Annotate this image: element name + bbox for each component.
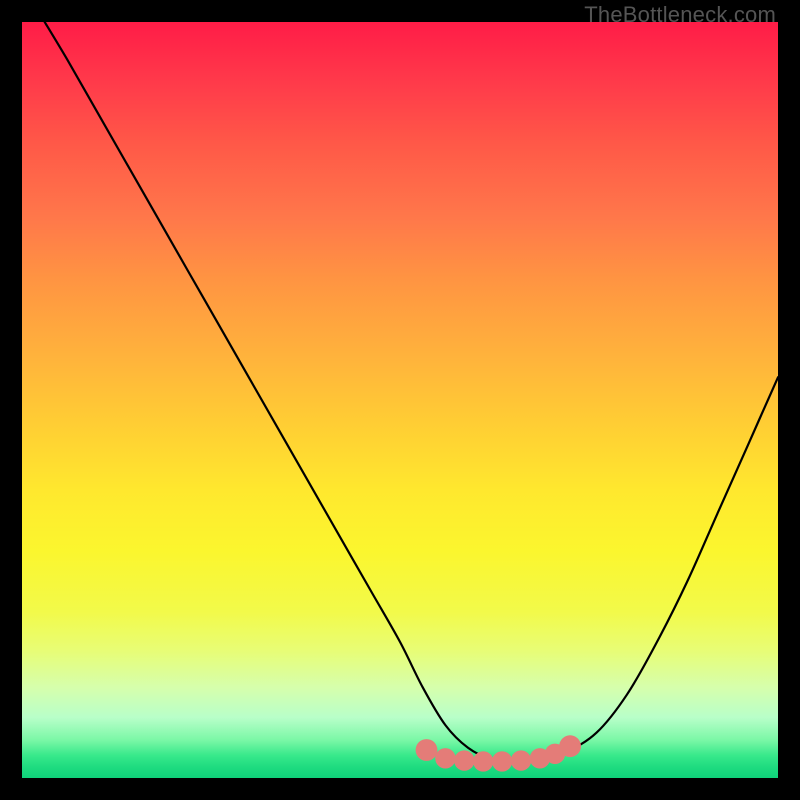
valley-marker bbox=[492, 751, 512, 771]
bottleneck-curve bbox=[45, 22, 778, 761]
valley-marker bbox=[416, 739, 438, 761]
valley-marker bbox=[454, 750, 474, 770]
plot-area bbox=[22, 22, 778, 778]
valley-markers bbox=[416, 735, 581, 771]
valley-marker bbox=[559, 735, 581, 757]
valley-marker bbox=[435, 748, 455, 768]
valley-marker bbox=[473, 751, 493, 771]
valley-marker bbox=[511, 750, 531, 770]
chart-frame: TheBottleneck.com bbox=[0, 0, 800, 800]
curve-svg bbox=[22, 22, 778, 778]
